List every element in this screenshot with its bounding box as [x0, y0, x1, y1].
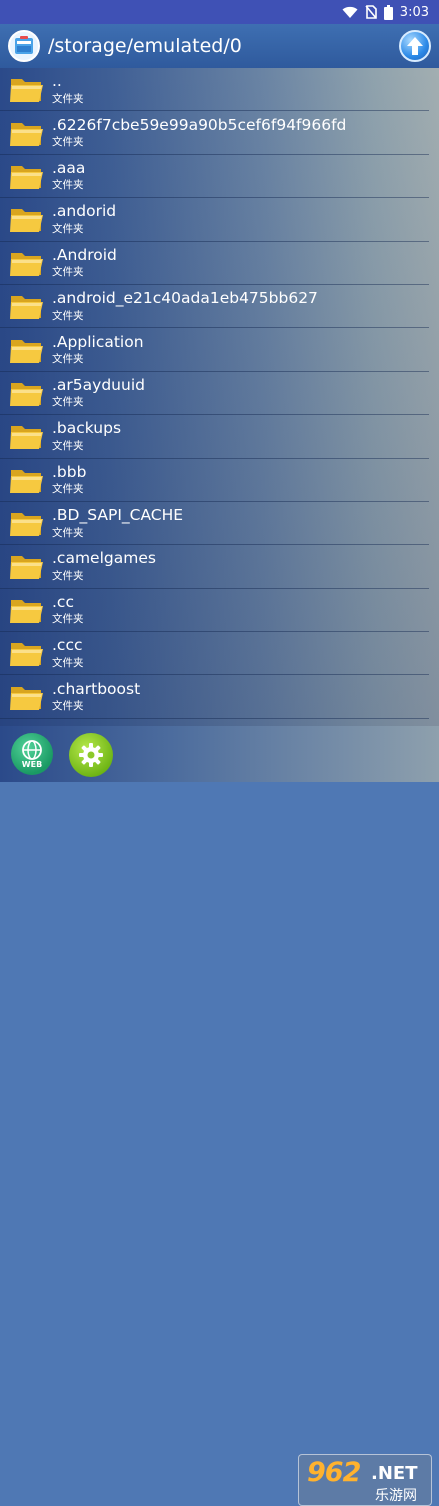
folder-icon [9, 203, 45, 235]
folder-icon [9, 73, 45, 105]
file-text: .backups 文件夹 [52, 421, 121, 451]
file-text: .aaa 文件夹 [52, 158, 86, 192]
folder-icon [9, 160, 45, 192]
watermark-logo: 962 .NET 乐游网 [298, 1454, 432, 1506]
file-text: .. 文件夹 [52, 74, 84, 104]
web-label: WEB [21, 760, 43, 769]
app-bar: /storage/emulated/0 [0, 24, 439, 68]
folder-icon [9, 247, 45, 279]
file-list-item[interactable]: .. 文件夹 [0, 68, 429, 112]
wifi-icon [342, 6, 358, 18]
watermark-net: .NET [371, 1463, 418, 1484]
file-list-item[interactable]: .ccc 文件夹 [0, 632, 429, 676]
folder-icon [9, 117, 45, 149]
file-list-item[interactable]: .andorid 文件夹 [0, 198, 429, 242]
file-list[interactable]: .. 文件夹 .6226f7cbe59e99a90b5cef6f94f966fd 文件… [0, 68, 439, 726]
file-list-item[interactable]: .aaa 文件夹 [0, 155, 429, 199]
folder-icon [9, 594, 45, 626]
folder-icon [9, 550, 45, 582]
file-text: .ar5ayduuid 文件夹 [52, 375, 145, 409]
folder-icon [9, 637, 45, 669]
folder-icon [9, 464, 45, 496]
file-name: .. [52, 72, 62, 91]
bottom-toolbar: WEB 962 .NET 乐游网 [0, 726, 439, 1506]
file-text: .6226f7cbe59e99a90b5cef6f94f966fd 文件夹 [52, 115, 347, 149]
file-type: 文件夹 [52, 222, 84, 235]
folder-icon [9, 290, 45, 322]
folder-icon [9, 507, 45, 539]
file-type: 文件夹 [52, 92, 84, 105]
folder-icon [9, 681, 45, 713]
file-text: .andorid 文件夹 [52, 204, 116, 234]
folder-icon [9, 334, 45, 366]
file-type: 文件夹 [52, 656, 84, 669]
file-text: .BD_SAPI_CACHE 文件夹 [52, 508, 183, 538]
file-text: .bbb 文件夹 [52, 462, 87, 496]
watermark-brand: 962 [307, 1457, 361, 1488]
no-sim-icon [365, 5, 377, 19]
file-name: .aaa [52, 158, 86, 177]
file-list-item[interactable]: .Application 文件夹 [0, 328, 429, 372]
file-type: 文件夹 [52, 526, 84, 539]
file-name: .android_e21c40ada1eb475bb627 [52, 289, 318, 308]
file-list-item[interactable]: .camelgames 文件夹 [0, 545, 429, 589]
file-type: 文件夹 [52, 179, 84, 192]
arrow-up-icon [407, 37, 423, 55]
battery-icon [383, 4, 393, 20]
file-text: .Android 文件夹 [52, 245, 117, 279]
file-list-item[interactable]: .ar5ayduuid 文件夹 [0, 372, 429, 416]
file-type: 文件夹 [52, 266, 84, 279]
file-name: .Android [52, 245, 117, 264]
file-text: .android_e21c40ada1eb475bb627 文件夹 [52, 291, 318, 321]
file-type: 文件夹 [52, 483, 84, 496]
file-text: .camelgames 文件夹 [52, 551, 156, 581]
file-name: .BD_SAPI_CACHE [52, 506, 184, 525]
file-text: .Application 文件夹 [52, 332, 144, 366]
file-name: .chartboost [52, 679, 141, 698]
file-name: .backups [52, 419, 122, 438]
file-list-item[interactable]: .android_e21c40ada1eb475bb627 文件夹 [0, 285, 429, 329]
file-list-item[interactable]: .6226f7cbe59e99a90b5cef6f94f966fd 文件夹 [0, 111, 429, 155]
file-list-item[interactable]: .backups 文件夹 [0, 415, 429, 459]
file-name: .Application [52, 332, 144, 351]
file-text: .ccc 文件夹 [52, 638, 84, 668]
clock: 3:03 [399, 4, 429, 20]
folder-icon [9, 420, 45, 452]
file-list-item[interactable]: .BD_SAPI_CACHE 文件夹 [0, 502, 429, 546]
current-path-title: /storage/emulated/0 [48, 35, 242, 57]
file-name: .cc [52, 592, 74, 611]
file-name: .andorid [52, 202, 117, 221]
settings-button[interactable] [69, 733, 113, 777]
file-list-item[interactable]: .chartboost 文件夹 [0, 675, 429, 719]
file-name: .ar5ayduuid [52, 375, 145, 394]
file-type: 文件夹 [52, 136, 84, 149]
file-list-item[interactable]: .cc 文件夹 [0, 589, 429, 633]
file-type: 文件夹 [52, 569, 84, 582]
file-type: 文件夹 [52, 439, 84, 452]
file-type: 文件夹 [52, 613, 84, 626]
file-name: .camelgames [52, 549, 156, 568]
file-name: .ccc [52, 636, 83, 655]
folder-icon [9, 377, 45, 409]
web-server-button[interactable]: WEB [11, 733, 53, 775]
gear-icon [79, 743, 103, 767]
navigate-up-button[interactable] [399, 30, 431, 62]
status-bar: 3:03 [0, 0, 439, 24]
file-list-item[interactable]: .Android 文件夹 [0, 242, 429, 285]
file-type: 文件夹 [52, 353, 84, 366]
file-type: 文件夹 [52, 700, 84, 713]
file-name: .6226f7cbe59e99a90b5cef6f94f966fd [52, 115, 347, 134]
globe-icon [22, 740, 42, 760]
file-type: 文件夹 [52, 309, 84, 322]
file-name: .bbb [52, 462, 87, 481]
file-list-item[interactable]: .bbb 文件夹 [0, 459, 429, 502]
watermark-cn: 乐游网 [375, 1488, 417, 1504]
file-text: .cc 文件夹 [52, 592, 84, 626]
file-text: .chartboost 文件夹 [52, 679, 141, 713]
app-logo-icon[interactable] [8, 30, 40, 62]
file-type: 文件夹 [52, 396, 84, 409]
